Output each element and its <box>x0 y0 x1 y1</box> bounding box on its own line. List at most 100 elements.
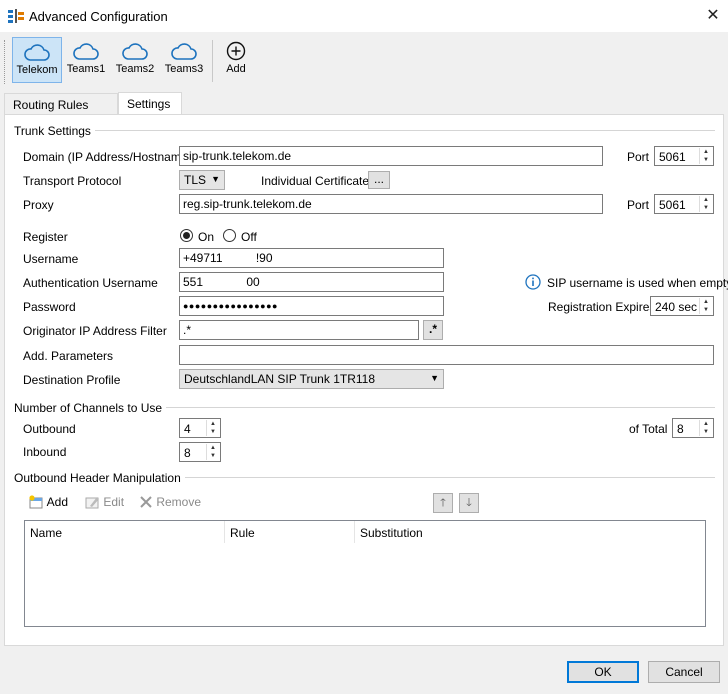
proxy-port-value: 5061 <box>659 198 686 212</box>
transport-label: Transport Protocol <box>23 174 122 188</box>
spin-up-icon: ▲ <box>703 197 709 203</box>
outbound-value: 4 <box>184 422 191 436</box>
toolbar-item-teams1[interactable]: Teams1 <box>64 37 108 83</box>
title-bar: Advanced Configuration ✕ <box>0 0 728 32</box>
remove-header-label: Remove <box>156 495 202 509</box>
section-channels: Number of Channels to Use <box>14 401 167 415</box>
cloud-icon <box>122 43 148 60</box>
username-input[interactable]: +49711 !90 <box>179 248 444 268</box>
destination-profile-label: Destination Profile <box>23 373 121 387</box>
section-header-manipulation: Outbound Header Manipulation <box>14 471 185 485</box>
tab-routing-rules[interactable]: Routing Rules (SIP) <box>4 93 118 126</box>
add-header-button[interactable]: Add <box>28 495 68 509</box>
column-header-name[interactable]: Name <box>25 521 225 543</box>
certificate-browse-button[interactable]: ... <box>368 171 390 189</box>
proxy-port-label: Port <box>627 198 650 212</box>
app-icon <box>8 9 24 23</box>
total-label: of Total <box>629 422 668 436</box>
toolbar-item-teams3[interactable]: Teams3 <box>161 37 207 83</box>
registration-expires-spinner[interactable]: 240 sec ▲ ▼ <box>650 296 714 316</box>
tab-label: Settings <box>127 97 171 111</box>
cloud-icon <box>73 43 99 60</box>
add-row-icon <box>29 495 43 509</box>
edit-header-label: Edit <box>103 495 125 509</box>
regex-button[interactable]: .* <box>423 320 443 340</box>
edit-header-button[interactable]: Edit <box>84 495 124 509</box>
transport-value: TLS <box>184 173 207 187</box>
spinner-arrows[interactable]: ▲ ▼ <box>699 420 712 436</box>
outbound-spinner[interactable]: 4 ▲ ▼ <box>179 418 221 438</box>
total-value: 8 <box>677 422 684 436</box>
cloud-icon <box>24 44 50 61</box>
registration-expires-label: Registration Expires <box>548 300 656 314</box>
registration-expires-value: 240 sec <box>655 300 698 314</box>
register-on-label: On <box>198 230 215 244</box>
toolbar: Telekom Teams1 Teams2 Teams3 Add <box>0 32 728 88</box>
column-header-rule[interactable]: Rule <box>225 521 355 543</box>
section-divider <box>14 130 715 131</box>
spin-up-icon: ▲ <box>703 149 709 155</box>
close-button[interactable]: ✕ <box>700 4 726 28</box>
section-trunk-settings: Trunk Settings <box>14 124 95 138</box>
total-spinner[interactable]: 8 ▲ ▼ <box>672 418 714 438</box>
spinner-arrows[interactable]: ▲ ▼ <box>699 298 712 314</box>
proxy-port-spinner[interactable]: 5061 ▲ ▼ <box>654 194 714 214</box>
spinner-arrows[interactable]: ▲ ▼ <box>699 148 712 164</box>
domain-port-value: 5061 <box>659 150 686 164</box>
auth-username-input[interactable]: 551 00 <box>179 272 444 292</box>
transport-select[interactable]: TLS ▼ <box>179 170 225 190</box>
remove-header-button[interactable]: Remove <box>139 495 201 509</box>
toolbar-item-teams2[interactable]: Teams2 <box>112 37 158 83</box>
destination-profile-select[interactable]: DeutschlandLAN SIP Trunk 1TR118 ▼ <box>179 369 444 389</box>
spin-down-icon: ▼ <box>703 157 709 163</box>
spinner-arrows[interactable]: ▲ ▼ <box>206 420 219 436</box>
outbound-label: Outbound <box>23 422 76 436</box>
spin-down-icon: ▼ <box>210 453 216 459</box>
chevron-down-icon: ▼ <box>211 174 220 184</box>
password-label: Password <box>23 300 76 314</box>
spinner-arrows[interactable]: ▲ ▼ <box>699 196 712 212</box>
ok-button[interactable]: OK <box>567 661 639 683</box>
inbound-spinner[interactable]: 8 ▲ ▼ <box>179 442 221 462</box>
proxy-input[interactable]: reg.sip-trunk.telekom.de <box>179 194 603 214</box>
spin-down-icon: ▼ <box>703 307 709 313</box>
add-config-button[interactable]: Add <box>220 37 252 83</box>
spinner-arrows[interactable]: ▲ ▼ <box>206 444 219 460</box>
register-off-radio[interactable] <box>223 229 236 242</box>
edit-icon <box>85 497 99 509</box>
spin-down-icon: ▼ <box>703 429 709 435</box>
cancel-button[interactable]: Cancel <box>648 661 720 683</box>
domain-input[interactable]: sip-trunk.telekom.de <box>179 146 603 166</box>
register-on-radio[interactable] <box>180 229 193 242</box>
arrow-down-icon: 🡓 <box>466 497 472 509</box>
toolbar-item-label: Teams2 <box>115 63 155 75</box>
spin-up-icon: ▲ <box>210 421 216 427</box>
add-parameters-label: Add. Parameters <box>23 349 114 363</box>
ip-filter-input[interactable]: .* <box>179 320 419 340</box>
cloud-icon <box>171 43 197 60</box>
toolbar-item-telekom[interactable]: Telekom <box>12 37 62 83</box>
move-down-button[interactable]: 🡓 <box>459 493 479 513</box>
password-input[interactable]: ●●●●●●●●●●●●●●●● <box>179 296 444 316</box>
register-label: Register <box>23 230 68 244</box>
toolbar-item-label: Teams3 <box>164 63 204 75</box>
tab-strip: Routing Rules (SIP) Settings <box>0 92 728 126</box>
move-up-button[interactable]: 🡑 <box>433 493 453 513</box>
certificate-label: Individual Certificate <box>261 174 370 188</box>
add-parameters-input[interactable] <box>179 345 714 365</box>
window-title: Advanced Configuration <box>29 9 168 24</box>
toolbar-item-label: Teams1 <box>66 63 106 75</box>
destination-profile-value: DeutschlandLAN SIP Trunk 1TR118 <box>184 372 375 386</box>
tab-settings[interactable]: Settings <box>118 92 182 116</box>
remove-icon <box>140 496 152 508</box>
info-icon <box>525 274 541 290</box>
inbound-label: Inbound <box>23 445 67 459</box>
column-header-substitution[interactable]: Substitution <box>355 521 705 543</box>
spin-down-icon: ▼ <box>703 205 709 211</box>
add-header-label: Add <box>46 495 69 509</box>
domain-port-spinner[interactable]: 5061 ▲ ▼ <box>654 146 714 166</box>
add-label: Add <box>226 63 246 75</box>
spin-up-icon: ▲ <box>703 421 709 427</box>
header-table[interactable]: Name Rule Substitution <box>24 520 706 627</box>
username-label: Username <box>23 252 79 266</box>
